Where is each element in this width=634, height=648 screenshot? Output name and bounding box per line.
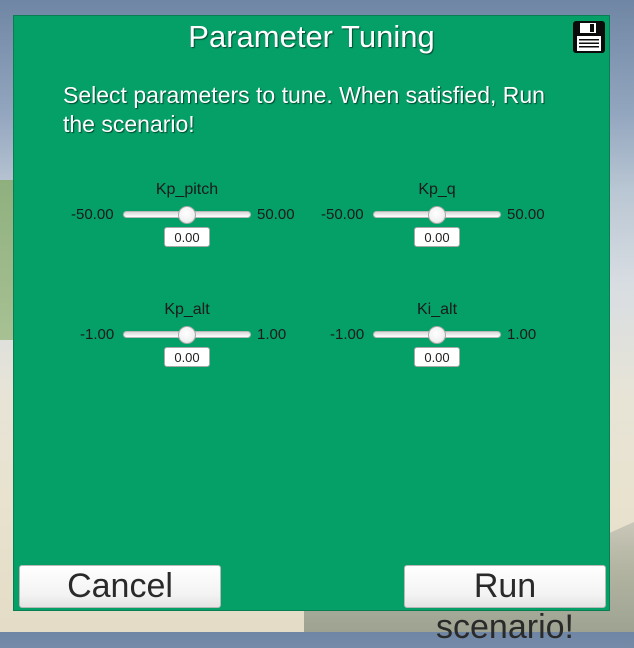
run-scenario-button[interactable]: Run scenario!: [404, 565, 606, 646]
param-max: 1.00: [257, 326, 287, 343]
param-min: -50.00: [321, 206, 364, 223]
param-value-input[interactable]: [414, 347, 460, 367]
param-max: 50.00: [507, 206, 545, 223]
param-label: Kp_pitch: [155, 181, 219, 198]
param-value-input[interactable]: [164, 227, 210, 247]
param-ki-alt: Ki_alt -1.00 1.00: [317, 301, 557, 381]
param-kp-q: Kp_q -50.00 50.00: [317, 181, 557, 261]
param-slider[interactable]: [373, 206, 501, 224]
panel-title: Parameter Tuning: [188, 19, 435, 54]
param-max: 1.00: [507, 326, 537, 343]
parameter-tuning-panel: Parameter Tuning Select parameters to tu…: [13, 15, 610, 646]
slider-thumb[interactable]: [428, 326, 446, 344]
param-min: -1.00: [80, 326, 115, 343]
param-value-input[interactable]: [164, 347, 210, 367]
param-kp-alt: Kp_alt -1.00 1.00: [67, 301, 307, 381]
param-label: Kp_q: [418, 181, 456, 198]
floppy-disk-icon[interactable]: [573, 21, 605, 53]
param-slider[interactable]: [123, 326, 251, 344]
param-slider[interactable]: [123, 206, 251, 224]
param-label: Kp_alt: [164, 301, 210, 318]
instructions-text: Select parameters to tune. When satisfie…: [63, 82, 545, 137]
slider-thumb[interactable]: [178, 326, 196, 344]
param-min: -1.00: [330, 326, 365, 343]
param-slider[interactable]: [373, 326, 501, 344]
param-max: 50.00: [257, 206, 295, 223]
param-kp-pitch: Kp_pitch -50.00 50.00: [67, 181, 307, 261]
param-label: Ki_alt: [416, 301, 458, 318]
param-min: -50.00: [71, 206, 114, 223]
cancel-button[interactable]: Cancel: [19, 565, 221, 608]
slider-thumb[interactable]: [178, 206, 196, 224]
slider-thumb[interactable]: [428, 206, 446, 224]
param-value-input[interactable]: [414, 227, 460, 247]
